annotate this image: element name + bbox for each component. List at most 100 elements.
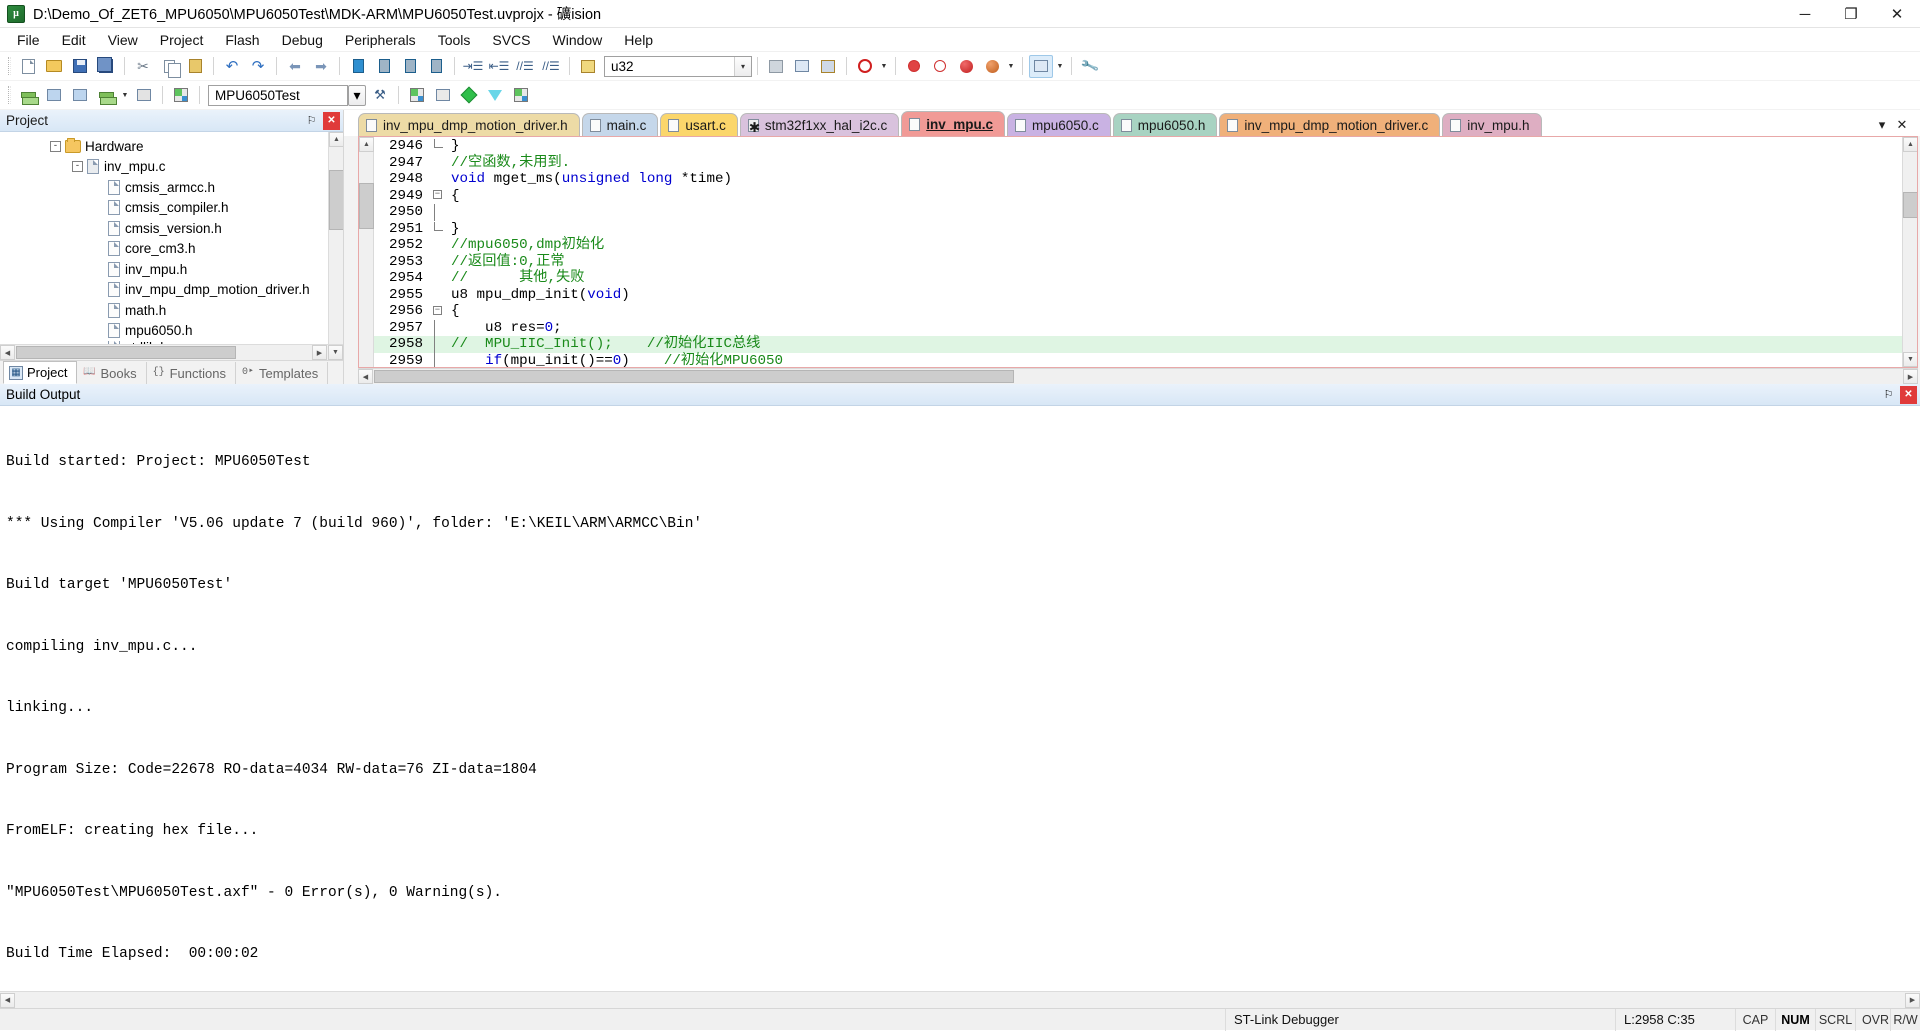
build-output-text[interactable]: Build started: Project: MPU6050Test *** … — [0, 406, 1920, 991]
toolbar-grip[interactable] — [8, 57, 11, 75]
tab-project[interactable]: ▦ Project — [3, 361, 77, 384]
tree-node-inv-mpu-c[interactable]: - inv_mpu.c — [0, 157, 343, 178]
find-combo-box[interactable]: u32 ▾ — [604, 56, 752, 77]
editor-tab-stm32f1xx-hal-i2c-c[interactable]: ✱ stm32f1xx_hal_i2c.c — [740, 113, 899, 136]
insert-file-icon[interactable] — [764, 55, 788, 78]
editor-tab-inv-mpu-c[interactable]: inv_mpu.c — [901, 111, 1005, 136]
tab-list-icon[interactable]: ▾ — [1872, 115, 1892, 135]
scrollbar-thumb[interactable] — [329, 170, 343, 230]
comment-block-icon[interactable]: //☰ — [513, 55, 537, 78]
open-file-button[interactable] — [42, 55, 66, 78]
manage-runtime-icon[interactable] — [483, 84, 507, 107]
stop-build-icon[interactable] — [132, 84, 156, 107]
scrollbar-thumb[interactable] — [1903, 192, 1918, 218]
fold-gutter[interactable] — [430, 254, 445, 271]
batch-build-icon[interactable] — [94, 84, 118, 107]
scroll-up-icon[interactable]: ▲ — [1903, 137, 1918, 152]
build-output-scrollbar[interactable]: ◀ ▶ — [0, 991, 1920, 1008]
editor-tab-inv-mpu-dmp-motion-driver-c[interactable]: inv_mpu_dmp_motion_driver.c — [1219, 113, 1440, 136]
scrollbar-thumb[interactable] — [16, 346, 236, 359]
tree-node-inv-mpu-h[interactable]: inv_mpu.h — [0, 259, 343, 280]
tree-node-math-h[interactable]: math.h — [0, 300, 343, 321]
enable-breakpoints-icon[interactable] — [980, 55, 1004, 78]
menu-debug[interactable]: Debug — [271, 30, 334, 50]
editor-tab-mpu6050-c[interactable]: mpu6050.c — [1007, 113, 1111, 136]
toggle-bookmark-icon[interactable] — [346, 55, 370, 78]
close-tab-icon[interactable]: ✕ — [1892, 115, 1912, 135]
multi-project-icon[interactable] — [431, 84, 455, 107]
clear-bookmarks-icon[interactable] — [424, 55, 448, 78]
menu-peripherals[interactable]: Peripherals — [334, 30, 427, 50]
config-dropdown-icon[interactable]: ▼ — [1054, 55, 1066, 78]
menu-view[interactable]: View — [97, 30, 149, 50]
scrollbar-thumb[interactable] — [374, 370, 1014, 383]
scroll-up-icon[interactable]: ▲ — [329, 132, 343, 147]
select-software-packs-icon[interactable] — [509, 84, 533, 107]
fold-gutter[interactable]: − — [430, 188, 445, 205]
menu-window[interactable]: Window — [542, 30, 614, 50]
tab-books[interactable]: 📖 Books — [77, 362, 146, 384]
tree-node-mpu6050-h[interactable]: mpu6050.h — [0, 321, 343, 342]
scroll-left-icon[interactable]: ◀ — [0, 993, 15, 1008]
scroll-right-icon[interactable]: ▶ — [1903, 369, 1918, 384]
fold-gutter[interactable] — [430, 336, 445, 353]
fold-gutter[interactable] — [430, 221, 445, 238]
debug-session-icon[interactable] — [853, 55, 877, 78]
undo-icon[interactable]: ↶ — [220, 55, 244, 78]
menu-edit[interactable]: Edit — [51, 30, 97, 50]
fold-gutter[interactable] — [430, 171, 445, 188]
next-bookmark-icon[interactable] — [398, 55, 422, 78]
scroll-up-icon[interactable]: ▲ — [359, 137, 374, 152]
options-wrench-icon[interactable]: 🔧 — [1078, 55, 1102, 78]
configuration-wizard-icon[interactable] — [1029, 55, 1053, 78]
copy-icon[interactable] — [157, 55, 181, 78]
scroll-down-icon[interactable]: ▼ — [328, 345, 343, 360]
manage-project-items-icon[interactable] — [405, 84, 429, 107]
scrollbar-thumb[interactable] — [359, 183, 374, 229]
project-tree[interactable]: - Hardware - inv_mpu.c cmsis_armcc.h cms… — [0, 132, 343, 344]
scroll-left-icon[interactable]: ◀ — [358, 369, 373, 384]
editor-left-scrollbar[interactable]: ▲ — [359, 137, 374, 367]
menu-file[interactable]: File — [6, 30, 51, 50]
target-chevron-icon[interactable]: ▾ — [348, 85, 366, 106]
uncomment-block-icon[interactable]: //☰ — [539, 55, 563, 78]
chevron-down-icon[interactable]: ▾ — [734, 57, 751, 76]
fold-gutter[interactable] — [430, 353, 445, 368]
batch-build-dropdown-icon[interactable]: ▼ — [119, 84, 131, 107]
build-target-icon[interactable] — [42, 84, 66, 107]
fold-gutter[interactable] — [430, 204, 445, 221]
bookmark-list-icon[interactable] — [790, 55, 814, 78]
code-text-area[interactable]: 2946} 2947//空函数,未用到. 2948void mget_ms(un… — [374, 137, 1902, 367]
toolbar-grip[interactable] — [8, 86, 11, 104]
close-icon[interactable]: ✕ — [323, 112, 340, 130]
close-icon[interactable]: ✕ — [1900, 386, 1917, 404]
indent-left-icon[interactable]: ⇤☰ — [487, 55, 511, 78]
scroll-right-icon[interactable]: ▶ — [312, 345, 327, 360]
translate-file-icon[interactable] — [16, 84, 40, 107]
editor-tab-main-c[interactable]: main.c — [582, 113, 659, 136]
tree-vertical-scrollbar[interactable]: ▲ — [328, 132, 343, 344]
find-in-files-icon[interactable] — [576, 55, 600, 78]
fold-gutter[interactable] — [430, 287, 445, 304]
tree-node-hardware[interactable]: - Hardware — [0, 136, 343, 157]
expander-icon[interactable]: - — [50, 141, 61, 152]
editor-horizontal-scrollbar[interactable]: ◀ ▶ — [358, 368, 1918, 384]
menu-svcs[interactable]: SVCS — [481, 30, 541, 50]
fold-gutter[interactable] — [430, 138, 445, 155]
redo-icon[interactable]: ↷ — [246, 55, 270, 78]
scroll-right-icon[interactable]: ▶ — [1905, 993, 1920, 1008]
fold-gutter[interactable] — [430, 237, 445, 254]
navigate-forward-icon[interactable]: ➡ — [309, 55, 333, 78]
tree-node-cmsis-compiler-h[interactable]: cmsis_compiler.h — [0, 198, 343, 219]
code-editor[interactable]: ▲ 2946} 2947//空函数,未用到. 2948void mget_ms(… — [358, 136, 1918, 368]
maximize-button[interactable]: ❐ — [1828, 0, 1874, 28]
tree-horizontal-scrollbar[interactable]: ◀ ▶ ▼ — [0, 344, 343, 360]
menu-project[interactable]: Project — [149, 30, 215, 50]
menu-flash[interactable]: Flash — [214, 30, 270, 50]
editor-tab-inv-mpu-dmp-motion-driver-h[interactable]: inv_mpu_dmp_motion_driver.h — [358, 113, 580, 136]
target-combo-box[interactable]: MPU6050Test — [208, 85, 348, 106]
pack-installer-icon[interactable] — [457, 84, 481, 107]
editor-tab-mpu6050-h[interactable]: mpu6050.h — [1113, 113, 1218, 136]
target-options-icon[interactable]: ⚒ — [368, 84, 392, 107]
close-button[interactable]: ✕ — [1874, 0, 1920, 28]
